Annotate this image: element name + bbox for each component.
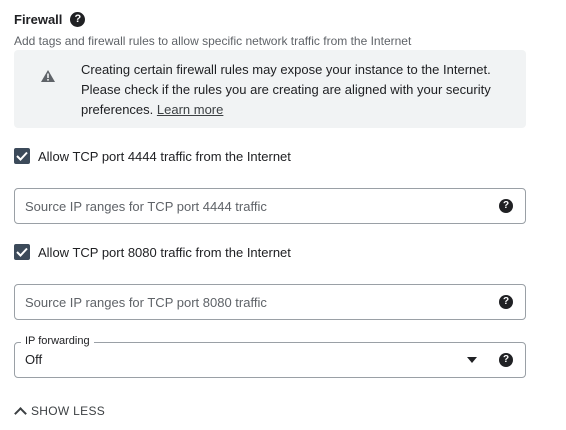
ip-forwarding-select[interactable]: IP forwarding Off ? (14, 335, 526, 378)
source-ip-4444-field[interactable]: ? (14, 188, 526, 224)
rule-8080-checkbox-row[interactable]: Allow TCP port 8080 traffic from the Int… (14, 243, 291, 261)
source-ip-4444-input[interactable] (25, 189, 485, 223)
chevron-up-icon (14, 406, 27, 420)
rule-4444-checkbox-row[interactable]: Allow TCP port 4444 traffic from the Int… (14, 147, 291, 165)
dropdown-arrow-icon[interactable] (467, 357, 477, 363)
checkmark-icon (16, 247, 28, 257)
firewall-header: Firewall ? (14, 10, 86, 28)
section-title: Firewall (14, 11, 63, 27)
source-ip-8080-input[interactable] (25, 285, 485, 319)
warning-text: Creating certain firewall rules may expo… (81, 60, 501, 120)
checkbox-4444[interactable] (14, 148, 30, 164)
source-ip-8080-field[interactable]: ? (14, 284, 526, 320)
warning-icon (41, 70, 55, 82)
show-less-label: SHOW LESS (31, 404, 106, 418)
ip-forwarding-label: IP forwarding (21, 335, 94, 347)
checkbox-label-4444: Allow TCP port 4444 traffic from the Int… (38, 148, 291, 164)
section-subtitle: Add tags and firewall rules to allow spe… (14, 34, 412, 48)
show-less-button[interactable]: SHOW LESS (13, 404, 106, 420)
help-icon[interactable]: ? (499, 353, 513, 367)
checkbox-8080[interactable] (14, 244, 30, 260)
warning-banner: Creating certain firewall rules may expo… (14, 50, 526, 128)
help-icon[interactable]: ? (499, 199, 513, 213)
ip-forwarding-value[interactable]: Off (25, 352, 42, 367)
learn-more-link[interactable]: Learn more (157, 102, 223, 117)
help-icon[interactable]: ? (499, 295, 513, 309)
checkbox-label-8080: Allow TCP port 8080 traffic from the Int… (38, 244, 291, 260)
help-icon[interactable]: ? (70, 11, 86, 27)
warning-message: Creating certain firewall rules may expo… (81, 62, 491, 117)
checkmark-icon (16, 151, 28, 161)
